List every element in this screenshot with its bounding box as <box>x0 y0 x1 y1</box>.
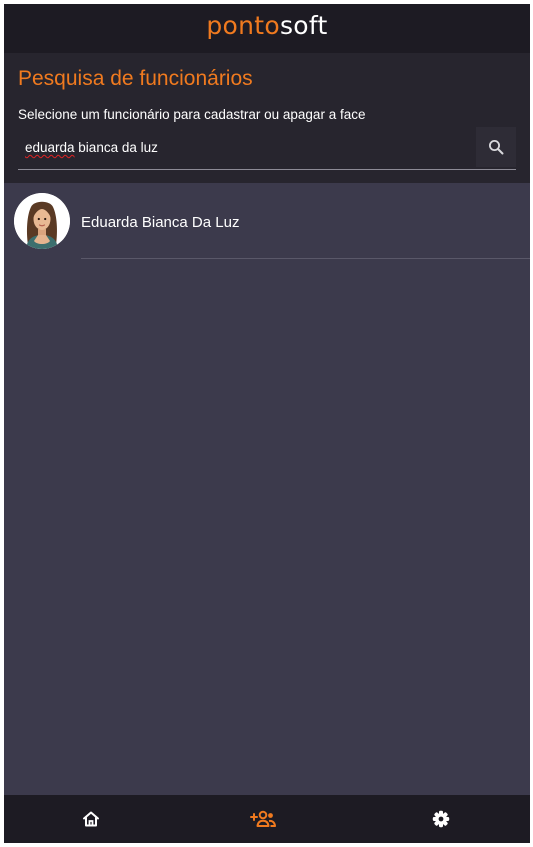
home-icon <box>83 811 99 827</box>
add-users-icon <box>250 810 276 827</box>
pontosoft-logo: pontosoft <box>206 11 327 40</box>
nav-settings-button[interactable] <box>401 795 481 843</box>
nav-home-button[interactable] <box>51 795 131 843</box>
search-button[interactable] <box>476 127 516 167</box>
search-icon <box>489 140 504 155</box>
search-input-misspelled-word: eduarda <box>25 140 75 155</box>
search-input-text: bianca da luz <box>74 140 158 155</box>
female-avatar-icon <box>14 193 70 249</box>
page-subtitle: Selecione um funcionário para cadastrar … <box>18 107 366 122</box>
employee-name: Eduarda Bianca Da Luz <box>81 214 240 231</box>
employee-list: Eduarda Bianca Da Luz <box>4 183 530 259</box>
search-input[interactable]: eduarda bianca da luz <box>25 140 158 155</box>
list-divider <box>81 258 530 259</box>
logo-part-ponto: ponto <box>206 11 280 40</box>
app-window: pontosoft Pesquisa de funcionários Selec… <box>4 4 530 843</box>
bottom-navigation <box>4 795 530 843</box>
logo-part-soft: soft <box>279 11 328 40</box>
list-item[interactable]: Eduarda Bianca Da Luz <box>4 183 530 259</box>
avatar <box>14 193 70 249</box>
search-header: Pesquisa de funcionários Selecione um fu… <box>4 53 530 183</box>
top-bar: pontosoft <box>4 4 530 53</box>
nav-employees-button[interactable] <box>223 795 303 843</box>
search-field[interactable]: eduarda bianca da luz <box>18 125 516 170</box>
settings-icon <box>432 810 450 828</box>
page-title: Pesquisa de funcionários <box>18 67 253 90</box>
